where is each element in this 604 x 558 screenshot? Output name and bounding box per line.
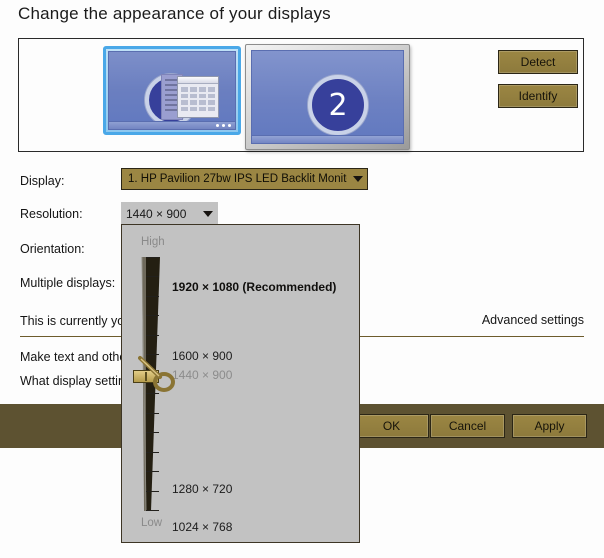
monitor-2[interactable]: 2	[245, 44, 410, 150]
slider-thumb[interactable]	[133, 370, 159, 383]
advanced-settings-link[interactable]: Advanced settings	[482, 313, 584, 327]
slider-tick	[146, 491, 159, 492]
resolution-option[interactable]: 1440 × 900	[172, 368, 232, 382]
apply-button[interactable]: Apply	[512, 414, 587, 438]
monitor-1-taskbar	[108, 121, 236, 130]
window-grid-icon	[177, 76, 219, 118]
resolution-select-value: 1440 × 900	[126, 206, 187, 221]
ok-button[interactable]: OK	[354, 414, 429, 438]
slider-tick	[146, 276, 159, 277]
monitor-2-number-badge: 2	[308, 75, 368, 135]
monitor-1[interactable]: 1	[103, 46, 241, 135]
display-select-value: 1. HP Pavilion 27bw IPS LED Backlit Moni…	[128, 173, 347, 185]
cancel-button[interactable]: Cancel	[430, 414, 505, 438]
taskbar-dots-icon	[216, 124, 231, 127]
slider-tick	[146, 413, 159, 414]
chevron-down-icon	[203, 210, 213, 217]
resolution-option[interactable]: 1024 × 768	[172, 520, 232, 534]
chevron-down-icon	[353, 176, 363, 182]
slider-tick	[146, 257, 159, 258]
resolution-label: Resolution:	[20, 207, 83, 221]
display-label: Display:	[20, 174, 65, 188]
current-display-text: This is currently you	[20, 314, 132, 328]
slider-tick	[146, 315, 159, 316]
resolution-option[interactable]: 1600 × 900	[172, 349, 232, 363]
what-display-settings-link[interactable]: What display settin	[20, 374, 125, 388]
multiple-displays-label: Multiple displays:	[20, 276, 116, 290]
slider-tick	[146, 393, 159, 394]
slider-tick	[146, 452, 159, 453]
monitor-1-screen: 1	[108, 51, 236, 126]
monitor-2-taskbar	[251, 135, 404, 144]
resolution-option[interactable]: 1280 × 720	[172, 482, 232, 496]
slider-tick	[146, 296, 159, 297]
slider-low-caption: Low	[141, 517, 163, 529]
make-text-larger-link[interactable]: Make text and othe	[20, 350, 126, 364]
resolution-slider-popup: High Low 1920 × 1080 (Recommended) 1600 ×…	[121, 224, 360, 543]
identify-button[interactable]: Identify	[498, 84, 578, 108]
slider-high-caption: High	[141, 236, 165, 248]
monitor-2-screen: 2	[251, 50, 404, 136]
display-select[interactable]: 1. HP Pavilion 27bw IPS LED Backlit Moni…	[121, 168, 368, 190]
orientation-label: Orientation:	[20, 242, 85, 256]
slider-tick	[146, 510, 159, 511]
slider-tick	[146, 354, 159, 355]
resolution-option[interactable]: 1920 × 1080 (Recommended)	[172, 280, 336, 294]
page-title: Change the appearance of your displays	[18, 4, 331, 23]
slider-tick	[146, 471, 159, 472]
slider-tick	[146, 335, 159, 336]
slider-tick-marks	[146, 257, 160, 511]
resolution-select[interactable]: 1440 × 900	[121, 202, 218, 225]
slider-tick	[146, 432, 159, 433]
detect-button[interactable]: Detect	[498, 50, 578, 74]
